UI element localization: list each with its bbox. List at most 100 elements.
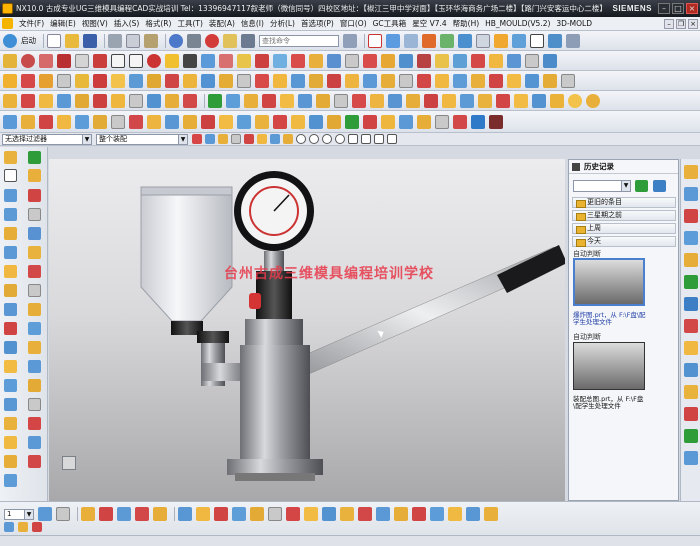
datum-axis-icon[interactable] xyxy=(514,93,528,108)
show-all-icon[interactable] xyxy=(322,507,336,521)
left-tool-33-icon[interactable] xyxy=(4,455,17,468)
bridge-curve-icon[interactable] xyxy=(219,53,233,68)
menu-view[interactable]: 视图(V) xyxy=(79,18,111,29)
doc-close-button[interactable]: × xyxy=(688,18,698,29)
layer-dropdown[interactable]: 1 ▼ xyxy=(4,508,34,520)
line-font-icon[interactable] xyxy=(412,507,426,521)
chamfer-icon[interactable] xyxy=(363,73,377,88)
drafting-standard-icon[interactable] xyxy=(684,451,698,465)
menu-hb-mould[interactable]: HB_MOULD(V5.2) xyxy=(482,19,553,28)
menu-help[interactable]: 帮助(H) xyxy=(450,18,483,29)
trimmed-sheet-icon[interactable] xyxy=(147,93,161,108)
left-tool-14-icon[interactable] xyxy=(28,265,41,278)
intersect-icon[interactable] xyxy=(291,73,305,88)
left-tool-10-icon[interactable] xyxy=(28,227,41,240)
array-component-icon[interactable] xyxy=(435,114,449,129)
move-object-icon[interactable] xyxy=(196,507,210,521)
wave-link-icon[interactable] xyxy=(399,114,413,129)
deviation-icon[interactable] xyxy=(334,93,348,108)
left-tool-30-icon[interactable] xyxy=(28,417,41,430)
left-tool-25-icon[interactable] xyxy=(4,379,17,392)
start-label[interactable]: 启动 xyxy=(21,35,36,46)
mold-base-icon[interactable] xyxy=(57,114,71,129)
history-entry-thumbnail[interactable] xyxy=(573,258,645,306)
arc-icon[interactable] xyxy=(21,53,35,68)
rotate-icon[interactable] xyxy=(440,33,454,48)
mirror-assembly-icon[interactable] xyxy=(453,114,467,129)
menu-analysis[interactable]: 分析(L) xyxy=(267,18,298,29)
blank-icon[interactable] xyxy=(484,507,498,521)
ejector-pin-icon[interactable] xyxy=(93,114,107,129)
split-body-icon[interactable] xyxy=(327,73,341,88)
project-curve-icon[interactable] xyxy=(237,53,251,68)
electrode-icon[interactable] xyxy=(183,114,197,129)
edge-blend-icon[interactable] xyxy=(345,73,359,88)
manufacturing-wizard-icon[interactable] xyxy=(684,341,698,355)
history-refresh-icon[interactable] xyxy=(635,180,648,192)
doc-minimize-button[interactable]: – xyxy=(664,18,674,29)
save-icon[interactable] xyxy=(83,33,97,48)
history-entry-thumbnail[interactable] xyxy=(573,342,645,390)
transform-icon[interactable] xyxy=(178,507,192,521)
check-geometry-icon[interactable] xyxy=(208,93,222,108)
studio-surface-icon[interactable] xyxy=(111,93,125,108)
copy-icon[interactable] xyxy=(126,33,140,48)
runner-icon[interactable] xyxy=(147,114,161,129)
redo-icon[interactable] xyxy=(187,33,201,48)
sequence-icon[interactable] xyxy=(363,114,377,129)
history-group-three-weeks[interactable]: 三星期之前 xyxy=(572,210,676,221)
menu-insert[interactable]: 插入(S) xyxy=(111,18,143,29)
background-icon[interactable] xyxy=(530,33,544,48)
left-tool-19-icon[interactable] xyxy=(4,322,17,335)
open-folder-icon[interactable] xyxy=(65,33,79,48)
left-tool-17-icon[interactable] xyxy=(4,303,17,316)
left-tool-6-icon[interactable] xyxy=(28,189,41,202)
through-mesh-icon[interactable] xyxy=(21,93,35,108)
left-tool-11-icon[interactable] xyxy=(4,246,17,259)
simple-radius-icon[interactable] xyxy=(424,93,438,108)
snap-on-face-icon[interactable] xyxy=(335,134,345,144)
left-tool-26-icon[interactable] xyxy=(28,379,41,392)
web-browser-icon[interactable] xyxy=(684,253,698,267)
constraint-navigator-icon[interactable] xyxy=(684,187,698,201)
slider-icon[interactable] xyxy=(111,114,125,129)
smooth-curve-icon[interactable] xyxy=(417,53,431,68)
translucency-icon[interactable] xyxy=(376,507,390,521)
parting-icon[interactable] xyxy=(39,114,53,129)
layer-settings-icon[interactable] xyxy=(38,507,52,521)
history-view-icon[interactable] xyxy=(653,180,666,192)
zoom-icon[interactable] xyxy=(404,33,418,48)
boss-icon[interactable] xyxy=(129,73,143,88)
left-tool-20-icon[interactable] xyxy=(28,322,41,335)
datum-csys-icon[interactable] xyxy=(532,93,546,108)
replace-component-icon[interactable] xyxy=(417,114,431,129)
snap-endpoint-icon[interactable] xyxy=(218,134,228,144)
add-component-icon[interactable] xyxy=(273,114,287,129)
point-info-icon[interactable] xyxy=(442,93,456,108)
pad-icon[interactable] xyxy=(165,73,179,88)
menu-information[interactable]: 信息(I) xyxy=(238,18,267,29)
bounded-plane-icon[interactable] xyxy=(93,93,107,108)
pattern-feature-icon[interactable] xyxy=(435,73,449,88)
window-icon[interactable] xyxy=(241,33,255,48)
line-icon[interactable] xyxy=(3,53,17,68)
clearance-icon[interactable] xyxy=(381,114,395,129)
point-datum-icon[interactable] xyxy=(550,93,564,108)
left-tool-5-icon[interactable] xyxy=(4,189,17,202)
interference-icon[interactable] xyxy=(352,93,366,108)
scope-dropdown[interactable]: 整个装配 ▼ xyxy=(96,133,188,145)
assembly-navigator-icon[interactable] xyxy=(684,165,698,179)
reuse-library-icon[interactable] xyxy=(684,231,698,245)
draft-analysis-icon[interactable] xyxy=(280,93,294,108)
mold-wizard-icon[interactable] xyxy=(3,114,17,129)
curve-info-icon[interactable] xyxy=(525,53,539,68)
menu-tools[interactable]: 工具(T) xyxy=(174,18,205,29)
left-tool-9-icon[interactable] xyxy=(4,227,17,240)
workpiece-icon[interactable] xyxy=(21,114,35,129)
ellipse-icon[interactable] xyxy=(147,53,161,68)
show-object-icon[interactable] xyxy=(286,507,300,521)
edit-object-icon[interactable] xyxy=(548,33,562,48)
left-tool-13-icon[interactable] xyxy=(4,265,17,278)
simple-distance-icon[interactable] xyxy=(388,93,402,108)
snap-bounding-icon[interactable] xyxy=(361,134,371,144)
